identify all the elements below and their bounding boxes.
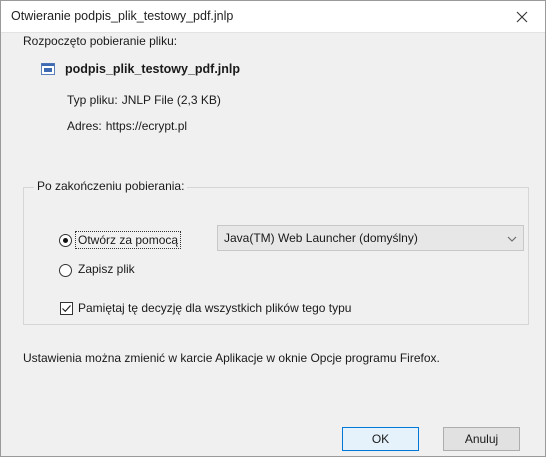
chevron-down-icon xyxy=(507,233,517,243)
remember-checkbox[interactable] xyxy=(60,302,73,315)
save-file-radio[interactable] xyxy=(59,264,72,277)
file-row: podpis_plik_testowy_pdf.jnlp xyxy=(41,62,240,76)
file-type-value: JNLP File (2,3 KB) xyxy=(121,93,221,107)
remember-label[interactable]: Pamiętaj tę decyzję dla wszystkich plikó… xyxy=(78,301,351,315)
file-address-row: Adres: https://ecrypt.pl xyxy=(67,119,187,133)
app-select-value: Java(TM) Web Launcher (domyślny) xyxy=(224,231,418,245)
info-text: Ustawienia można zmienić w karcie Aplika… xyxy=(23,351,440,365)
file-address-label: Adres: xyxy=(67,119,102,133)
jnlp-file-icon xyxy=(41,62,55,76)
close-icon[interactable] xyxy=(499,1,545,32)
checkmark-icon xyxy=(62,305,71,313)
file-type-label: Typ pliku: xyxy=(67,93,118,107)
open-with-label[interactable]: Otwórz za pomocą xyxy=(75,231,182,249)
file-type-row: Typ pliku: JNLP File (2,3 KB) xyxy=(67,93,221,107)
cancel-button[interactable]: Anuluj xyxy=(443,427,520,451)
open-with-radio[interactable] xyxy=(59,234,72,247)
ok-button[interactable]: OK xyxy=(342,427,419,451)
window-title: Otwieranie podpis_plik_testowy_pdf.jnlp xyxy=(11,9,234,23)
file-name: podpis_plik_testowy_pdf.jnlp xyxy=(65,62,241,76)
download-dialog: Otwieranie podpis_plik_testowy_pdf.jnlp … xyxy=(0,0,546,457)
save-file-label[interactable]: Zapisz plik xyxy=(78,262,135,276)
file-address-value: https://ecrypt.pl xyxy=(105,119,188,133)
title-bar[interactable]: Otwieranie podpis_plik_testowy_pdf.jnlp xyxy=(1,1,545,33)
app-select[interactable]: Java(TM) Web Launcher (domyślny) xyxy=(217,225,524,251)
after-download-legend: Po zakończeniu pobierania: xyxy=(34,179,188,193)
download-heading: Rozpoczęto pobieranie pliku: xyxy=(23,34,178,48)
